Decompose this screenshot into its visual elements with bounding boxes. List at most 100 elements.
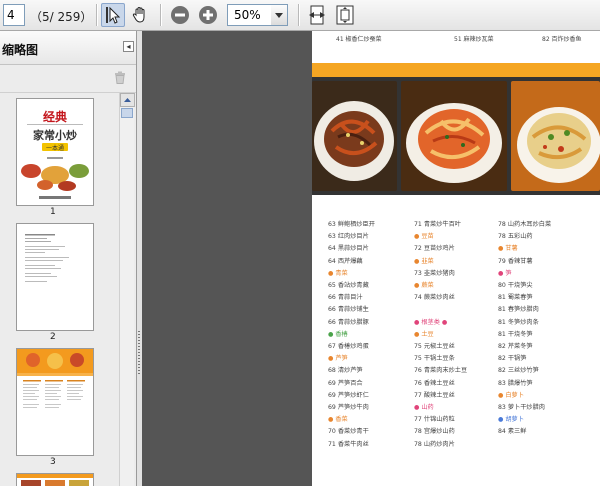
cover-title: 经典 <box>43 109 67 124</box>
page-thumbnail[interactable] <box>16 223 94 331</box>
page-thumbnail[interactable] <box>16 473 94 486</box>
panel-collapse-button[interactable]: ◂ <box>123 41 134 52</box>
toc-category: ● 蕨菜 <box>414 282 434 290</box>
thumbnails-panel: 缩略图 ◂ 经典 家常小炒 一本通 1 2 3 <box>0 31 137 486</box>
toc-entry: 66 青蒜炒腊豚 <box>328 318 369 326</box>
dish-photo <box>401 81 507 191</box>
thumbnail-scrollbar[interactable] <box>119 93 135 486</box>
toc-entry: 69 芦笋百合 <box>328 379 363 387</box>
toc-entry: 77 什锦山药粒 <box>414 416 455 424</box>
toc-entry: 63 红肉炒目片 <box>328 233 369 241</box>
zoom-dropdown-button[interactable] <box>271 4 288 26</box>
toc-entry: 66 青蒜目汁 <box>328 294 363 302</box>
toc-entry: 82 三丝炒竹笋 <box>498 367 539 375</box>
panel-tools <box>0 65 136 93</box>
document-view[interactable]: 41 椒香仁炒蚕菜 51 麻辣炒瓦菜 82 百炸炒香鱼 63 鲜鲍栖炒臣开 63… <box>142 31 600 486</box>
fit-page-width-icon <box>309 5 325 25</box>
toc-category: ● 香菜 <box>328 416 348 424</box>
cover-thumbnail-image: 经典 家常小炒 一本通 <box>17 99 93 205</box>
toc-entry: 70 香菜炒青干 <box>328 428 369 436</box>
trash-icon[interactable] <box>114 71 126 87</box>
toc-entry: 78 宫爆炒山药 <box>414 428 455 436</box>
toc-column: 63 鲜鲍栖炒臣开 63 红肉炒目片 64 黑蒜炒目片 64 西芹爆藕 ● 青菜 65 香… <box>328 219 375 451</box>
toc-entry: 78 山药炒肉片 <box>414 440 455 448</box>
cover-tag: 一本通 <box>46 144 64 152</box>
toc-entry: 81 冬笋炒肉条 <box>498 318 539 326</box>
toc-entry: 72 豆苗炒鸡片 <box>414 245 455 253</box>
thumbnail-number: 2 <box>50 332 56 342</box>
fit-page-button[interactable] <box>333 3 357 27</box>
toolbar-separator <box>96 4 97 26</box>
toc-entry: 67 香椿炒鸡蛋 <box>328 343 369 351</box>
toc-column: 78 山药木耳炒白菜 78 五彩山药 ● 甘薯 79 香辣甘薯 ● 笋 80 干烧笋尖 81… <box>498 219 551 439</box>
toc-entry: 71 青菜炒牛百叶 <box>414 221 461 228</box>
toc-entry: 82 干锅笋 <box>498 355 527 363</box>
toc-column: 71 青菜炒牛百叶 ● 豆苗 72 豆苗炒鸡片 ● 韭菜 73 韭菜炒猪肉 ● 蕨菜 74 … <box>414 219 467 451</box>
hand-icon <box>132 6 145 23</box>
hand-tool-button[interactable] <box>128 3 152 27</box>
toc-entry: 81 蜀菜春笋 <box>498 294 533 302</box>
toc-entry: 74 蕨菜炒肉丝 <box>414 294 455 302</box>
toc-entry: 82 芹菜冬笋 <box>498 343 533 351</box>
minus-circle-icon <box>171 6 189 24</box>
toc-entry: 68 清炒芦笋 <box>328 367 363 375</box>
toc-entry: 69 芦笋炒虾仁 <box>328 391 369 399</box>
toolbar: 4 （5/ 259） 50% <box>0 0 600 31</box>
toc-entry: 65 香站炒青藏 <box>328 282 369 290</box>
toc-category: ● 胡萝卜 <box>498 416 524 424</box>
orange-header-band <box>312 63 600 77</box>
fit-width-button[interactable] <box>305 3 329 27</box>
toc-category: ● 芦笋 <box>328 355 348 363</box>
panel-header: 缩略图 ◂ <box>0 31 136 65</box>
zoom-in-button[interactable] <box>196 3 220 27</box>
toc-entry: 76 香辣土豆丝 <box>414 379 455 387</box>
fit-full-page-icon <box>336 5 354 25</box>
toc-line: 41 椒香仁炒蚕菜 <box>336 36 382 43</box>
text-page-thumbnail-image <box>17 224 93 330</box>
toc-entry: 69 芦笋炒牛肉 <box>328 404 369 412</box>
contents-page-thumbnail-image <box>17 349 93 455</box>
toc-entry: 78 五彩山药 <box>498 233 533 241</box>
toc-category: ● 青菜 <box>328 269 348 277</box>
cover-subtitle: 家常小炒 <box>33 128 77 142</box>
toc-entry: 81 春笋炒腊肉 <box>498 306 539 314</box>
toc-entry: 73 韭菜炒猪肉 <box>414 269 455 277</box>
toc-category: ● 笋 <box>498 269 512 277</box>
page-thumbnail[interactable] <box>16 348 94 456</box>
select-tool-button[interactable] <box>101 3 125 27</box>
toc-line: 51 麻辣炒瓦菜 <box>454 36 494 43</box>
splitter-grip[interactable] <box>138 331 140 375</box>
scroll-thumb[interactable] <box>121 108 133 118</box>
toc-entry <box>414 304 467 316</box>
toc-category: ● 豆苗 <box>414 233 434 241</box>
partial-thumbnail-image <box>17 474 93 486</box>
zoom-level-field[interactable]: 50% <box>227 4 273 26</box>
toc-entry: 83 腊爆竹笋 <box>498 379 533 387</box>
cursor-arrow-icon <box>106 6 121 24</box>
toc-entry: 64 黑蒜炒目片 <box>328 245 369 253</box>
toc-line: 82 百炸炒香鱼 <box>542 36 582 43</box>
toc-entry: 80 干烧笋尖 <box>498 282 533 290</box>
toc-category: ● 香椿 <box>328 330 348 338</box>
toc-entry: 84 素三鲜 <box>498 428 527 436</box>
toc-entry: 78 山药木耳炒白菜 <box>498 221 552 228</box>
thumbnail-list: 经典 家常小炒 一本通 1 2 3 <box>0 93 118 486</box>
toc-entry: 71 香菜牛肉丝 <box>328 440 369 448</box>
toc-entry: 83 萝卜干炒腊肉 <box>498 404 545 412</box>
photo-strip <box>312 77 600 195</box>
page-number-input[interactable]: 4 <box>3 4 25 26</box>
page-thumbnail[interactable]: 经典 家常小炒 一本通 <box>16 98 94 206</box>
toc-entry: 64 西芹爆藕 <box>328 257 363 265</box>
toc-category: ● 韭菜 <box>414 257 434 265</box>
toc-category: ● 根茎类 ● <box>414 318 448 326</box>
scroll-up-button[interactable] <box>120 93 135 107</box>
plus-circle-icon <box>199 6 217 24</box>
toc-category: ● 山药 <box>414 404 434 412</box>
toc-entry: 81 干烧冬笋 <box>498 330 533 338</box>
zoom-out-button[interactable] <box>168 3 192 27</box>
panel-title: 缩略图 <box>2 43 39 57</box>
toolbar-separator <box>298 4 299 26</box>
toc-category: ● 土豆 <box>414 330 434 338</box>
toc-entry: 79 香辣甘薯 <box>498 257 533 265</box>
toc-category: ● 甘薯 <box>498 245 518 253</box>
